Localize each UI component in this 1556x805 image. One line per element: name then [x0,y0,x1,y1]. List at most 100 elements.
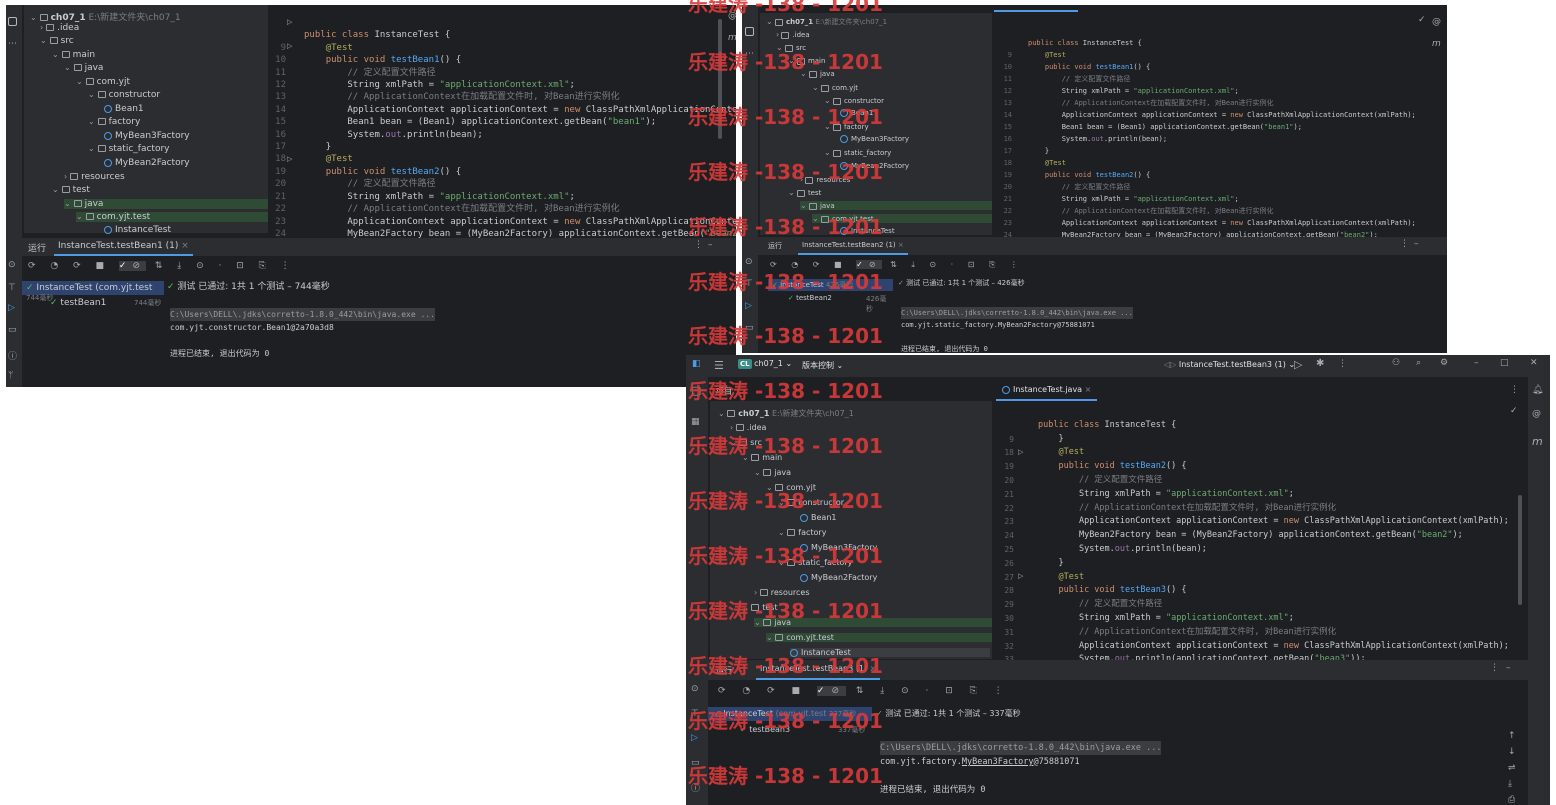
tree-item-test-pkg[interactable]: ⌄ com.yjt.test [76,212,268,222]
run-gutter-icon[interactable]: ▷ [1018,572,1023,580]
minimize-icon[interactable]: – [1414,239,1419,249]
watermark: 乐建涛 -138 - 1201 [688,50,883,74]
run-icon[interactable]: ⊙ [691,684,699,694]
close-window-icon[interactable]: ✕ [1530,358,1538,368]
code-editor[interactable]: public class InstanceTest { @Test public… [304,17,736,265]
tree-item-src[interactable]: ⌄ src [40,36,74,46]
tree-item-test-pkg[interactable]: ⌄ com.yjt.test [766,633,992,642]
tree-item-factory[interactable]: ⌄ factory [778,528,826,537]
tree-item-project[interactable]: ⌄ ch07_1 E:\新建文件夹\ch07_1 [30,10,181,23]
watermark: 乐建涛 -138 - 1201 [688,489,883,513]
tree-item-mybean3[interactable]: MyBean3Factory [840,135,909,143]
ai-icon[interactable]: @ [1432,17,1441,27]
code-editor[interactable]: public class InstanceTest { @Test public… [1028,25,1416,265]
more-icon[interactable]: ⋮ [1510,385,1519,395]
tree-item-instance-test[interactable]: InstanceTest [104,225,171,235]
problems-icon[interactable]: ⓘ [8,349,17,362]
run-tool-icon[interactable]: ▷ [8,303,15,313]
run-gutter-icon[interactable]: ▷ [1018,448,1023,456]
watermark: 乐建涛 -138 - 1201 [688,599,883,623]
m-icon[interactable]: m [1432,39,1441,49]
structure-icon[interactable] [745,27,754,36]
tree-item-test[interactable]: ⌄ test [788,188,821,197]
search-icon[interactable]: ⌕ [1416,358,1421,368]
scroll-end-icon[interactable]: ⤓ [1508,779,1512,789]
add-user-icon[interactable]: ⚇ [1392,358,1400,368]
tree-item-idea[interactable]: › .idea [40,23,79,33]
maximize-window-icon[interactable]: □ [1500,358,1509,368]
vcs-widget[interactable]: 版本控制 ⌄ [802,360,843,371]
m-icon[interactable]: m [728,33,736,43]
project-widget[interactable]: CL ch07_1 ⌄ [738,359,792,369]
tree-item-test-java[interactable]: ⌄ java [64,199,268,209]
more-icon[interactable]: ⋮ [1338,359,1347,369]
tree-item-pkg[interactable]: ⌄ com.yjt [76,77,130,87]
terminal-icon[interactable]: ▭ [8,325,17,335]
tree-item-mybean3[interactable]: MyBean3Factory [104,131,190,141]
structure-icon[interactable]: ▦ [691,417,700,427]
tree-item-java[interactable]: ⌄ java [754,468,791,477]
test-tree-child[interactable]: ✓ testBean2 [788,294,832,302]
more-icon[interactable]: ⋮ [694,240,703,250]
run-tool-icon[interactable]: ▷ [691,733,698,743]
tree-item-mybean2[interactable]: MyBean2Factory [104,158,190,168]
close-icon[interactable]: × [898,241,904,249]
tree-item-java[interactable]: ⌄ java [64,63,103,73]
git-icon[interactable]: ᛘ [8,371,13,381]
structure-icon[interactable] [8,17,17,26]
watermark: 乐建涛 -138 - 1201 [688,654,883,678]
test-icon[interactable]: ⊤ [8,283,16,293]
minimize-window-icon[interactable]: – [1474,358,1479,368]
console-output: C:\Users\DELL\.jdks\corretto-1.8.0_442\b… [170,308,435,358]
tree-item-main[interactable]: ⌄ main [52,50,95,60]
tab-label: InstanceTest.testBean2 (1) [802,241,896,249]
more-icon[interactable]: ⋮ [1490,663,1499,673]
test-tree-child[interactable]: ✓ testBean1 [50,298,106,308]
run-config-selector[interactable]: ◁▷ InstanceTest.testBean3 (1) ⌄ [1164,360,1295,369]
watermark: 乐建涛 -138 - 1201 [688,160,883,184]
menu-icon[interactable]: ☰ [714,359,724,372]
tree-item-factory[interactable]: ⌄ factory [88,117,140,127]
tree-item-bean1[interactable]: Bean1 [800,513,836,522]
tree-item-test-java[interactable]: ⌄ java [800,201,992,210]
tree-item-test[interactable]: ⌄ test [52,185,90,195]
ai-icon[interactable]: @ [1532,409,1541,419]
run-gutter-icon[interactable]: ▷ [287,18,292,26]
tree-item-constructor[interactable]: ⌄ constructor [88,90,160,100]
run-tab[interactable]: InstanceTest.testBean1 (1) × [54,238,193,256]
tree-item-resources[interactable]: › resources [64,172,125,182]
tree-item-static-factory[interactable]: ⌄ static_factory [88,144,169,154]
test-tree-root[interactable]: ✓ InstanceTest (com.yjt.test 744毫秒 [22,281,164,302]
editor-scrollbar[interactable] [1518,495,1522,605]
bell-icon[interactable]: 🔔︎ [1532,385,1543,395]
watermark: 乐建涛 -138 - 1201 [688,324,883,348]
wrap-icon[interactable]: ⇌ [1508,763,1516,773]
tree-item-project[interactable]: ⌄ ch07_1 E:\新建文件夹\ch07_1 [766,17,887,27]
run-icon[interactable]: ⊙ [8,260,16,270]
run-tool-icon[interactable]: ▷ [745,301,752,311]
more-icon[interactable]: ⋯ [8,39,17,49]
settings-icon[interactable]: ⚙ [1440,358,1448,368]
close-icon[interactable]: × [181,241,189,251]
debug-icon[interactable]: ✱ [1316,358,1324,369]
tree-item-bean1[interactable]: Bean1 [104,104,144,114]
run-toolbar: ⟳ ◔ ⟳ ■ ✓⊘ ⇅ ⤓ ⊙ · ⊡ ⎘ ⋮ [28,261,296,271]
code-editor[interactable]: public class InstanceTest { } @Test publ… [1038,405,1509,695]
print-icon[interactable]: ⎙ [1508,795,1515,805]
tree-item-pkg[interactable]: ⌄ com.yjt [812,83,858,92]
console-output: C:\Users\DELL\.jdks\corretto-1.8.0_442\b… [880,741,1162,795]
run-gutter-icon[interactable]: ▷ [287,155,292,163]
run-gutter-icon[interactable]: ▷ [287,42,292,50]
editor-tab[interactable]: InstanceTest.java × [996,381,1098,401]
run-icon[interactable]: ▷ [1294,358,1302,371]
scroll-up-icon[interactable]: ↑ [1508,731,1516,741]
tree-item-project[interactable]: ⌄ ch07_1 E:\新建文件夹\ch07_1 [718,408,854,419]
tree-item-idea[interactable]: › .idea [776,30,810,39]
minimize-icon[interactable]: – [708,240,713,250]
tree-item-mybean2[interactable]: MyBean2Factory [800,573,877,582]
minimize-icon[interactable]: – [1506,663,1511,673]
more-icon[interactable]: ⋮ [1400,239,1409,249]
m-icon[interactable]: m [1532,435,1543,448]
close-icon[interactable]: × [1085,385,1092,394]
scroll-down-icon[interactable]: ↓ [1508,747,1516,757]
